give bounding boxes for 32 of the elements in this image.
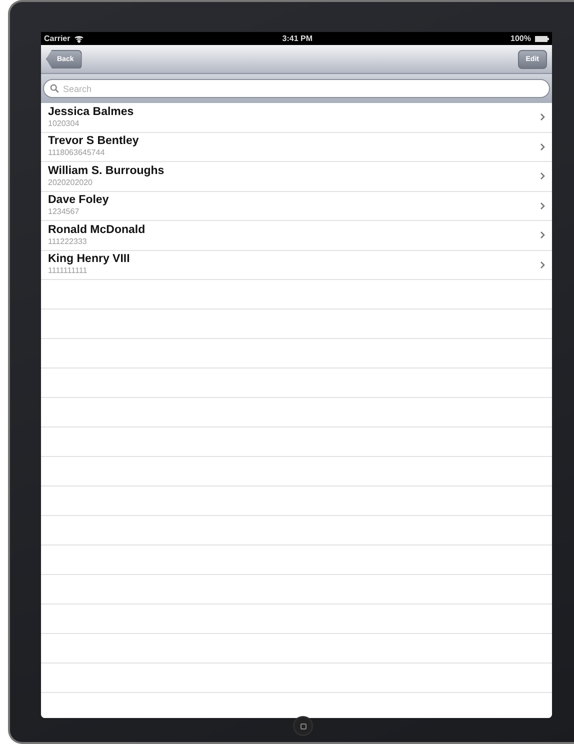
chevron-icon	[540, 231, 545, 240]
contact-number: 1111111111	[48, 266, 88, 276]
chevron-icon	[540, 202, 545, 210]
contact-number: 1020304	[48, 118, 80, 129]
contact-row[interactable]: Jessica Balmes 1020304	[41, 103, 552, 132]
contact-row[interactable]: Trevor S Bentley 1118063645744	[41, 132, 552, 162]
contact-number: 1118063645744	[48, 148, 106, 158]
chevron-icon	[540, 142, 545, 151]
contact-number: 2020202020	[48, 178, 94, 188]
contact-name: Jessica Balmes	[48, 106, 135, 119]
square-icon	[300, 722, 306, 730]
chevron-icon	[540, 113, 545, 122]
contact-number: 111222333	[48, 236, 88, 247]
search-field[interactable]: Search	[44, 80, 549, 97]
contact-name: Dave Foley	[48, 194, 110, 208]
contact-row[interactable]: Dave Foley 1234567	[41, 192, 552, 221]
carrier-label: Carrier	[44, 32, 70, 44]
battery-icon	[534, 36, 549, 42]
contact-name: Trevor S Bentley	[48, 135, 140, 148]
chevron-icon	[540, 172, 545, 180]
search-icon	[50, 84, 59, 93]
battery-label: 100%	[510, 32, 531, 44]
wifi-icon	[74, 34, 84, 42]
contact-row[interactable]: Ronald McDonald 111222333	[41, 221, 552, 250]
contact-number: 1234567	[48, 207, 80, 218]
contact-name: King Henry VIII	[48, 253, 131, 266]
contact-name: Ronald McDonald	[48, 224, 146, 237]
time-label: 3:41 PM	[282, 32, 312, 44]
contact-row[interactable]: William S. Burroughs 2020202020	[41, 162, 552, 192]
chevron-icon	[540, 260, 545, 269]
home-button[interactable]	[293, 716, 313, 736]
contact-name: William S. Burroughs	[48, 164, 166, 178]
